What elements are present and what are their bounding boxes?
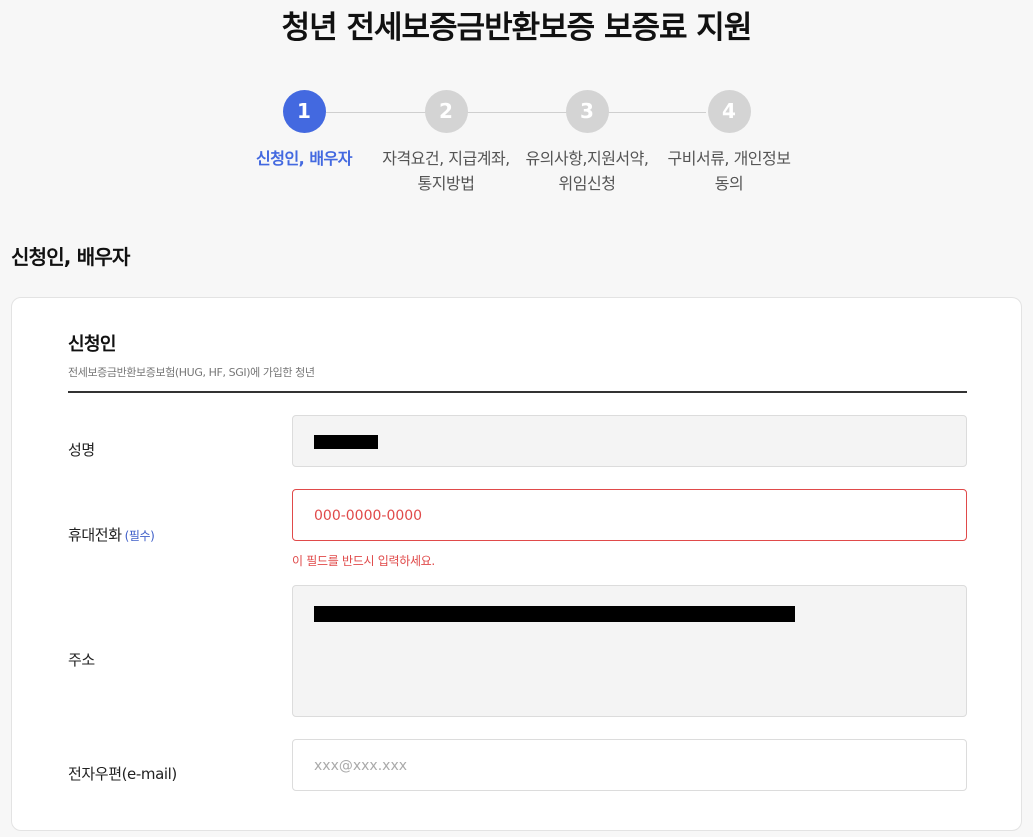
step-4-circle: 4 [707, 90, 751, 133]
phone-label: 휴대전화 (필수) [68, 524, 155, 545]
phone-label-text: 휴대전화 [68, 526, 122, 544]
step-3[interactable]: 3 유의사항,지원서약, 위임신청 [507, 90, 667, 196]
form-subtitle: 전세보증금반환보증보험(HUG, HF, SGI)에 가입한 청년 [68, 366, 315, 379]
step-2-label: 자격요건, 지급계좌, 통지방법 [366, 146, 526, 196]
email-input[interactable]: xxx@xxx.xxx [292, 739, 967, 791]
form-divider [68, 391, 967, 393]
section-title: 신청인, 배우자 [11, 245, 130, 269]
form-title: 신청인 [68, 334, 116, 355]
step-2-circle: 2 [424, 90, 468, 133]
step-3-label-line2: 위임신청 [558, 174, 616, 193]
address-redaction [314, 606, 795, 622]
phone-error-message: 이 필드를 반드시 입력하세요. [292, 554, 435, 568]
step-3-circle: 3 [565, 90, 609, 133]
required-badge: (필수) [124, 529, 155, 543]
page-title: 청년 전세보증금반환보증 보증료 지원 [281, 10, 753, 46]
step-4-label: 구비서류, 개인정보 동의 [649, 146, 809, 196]
step-3-label: 유의사항,지원서약, 위임신청 [507, 146, 667, 196]
step-4-label-line2: 동의 [714, 174, 744, 193]
step-1-circle: 1 [282, 90, 326, 133]
page: 청년 전세보증금반환보증 보증료 지원 1 신청인, 배우자 2 자격요건, 지… [0, 0, 1033, 837]
form-header: 신청인 전세보증금반환보증보험(HUG, HF, SGI)에 가입한 청년 [68, 330, 967, 380]
name-label: 성명 [68, 441, 95, 459]
step-4-label-line1: 구비서류, 개인정보 [667, 149, 791, 168]
step-2-label-line1: 자격요건, 지급계좌, [382, 149, 510, 168]
email-label: 전자우편(e-mail) [68, 765, 177, 783]
email-placeholder: xxx@xxx.xxx [314, 758, 408, 774]
step-3-label-line1: 유의사항,지원서약, [525, 149, 649, 168]
stepper: 1 신청인, 배우자 2 자격요건, 지급계좌, 통지방법 3 유의사항,지원서… [0, 90, 1033, 210]
address-field[interactable] [292, 585, 967, 717]
step-1-label-line1: 신청인, 배우자 [256, 149, 352, 168]
name-redaction [314, 435, 378, 449]
name-field[interactable] [292, 415, 967, 467]
step-2[interactable]: 2 자격요건, 지급계좌, 통지방법 [366, 90, 526, 196]
step-1[interactable]: 1 신청인, 배우자 [224, 90, 384, 171]
phone-field[interactable]: 000-0000-0000 [292, 489, 967, 541]
address-label: 주소 [68, 651, 95, 669]
applicant-form-card: 신청인 전세보증금반환보증보험(HUG, HF, SGI)에 가입한 청년 성명… [11, 297, 1022, 831]
phone-placeholder: 000-0000-0000 [314, 508, 423, 524]
step-1-label: 신청인, 배우자 [224, 146, 384, 171]
step-4[interactable]: 4 구비서류, 개인정보 동의 [649, 90, 809, 196]
step-2-label-line2: 통지방법 [417, 174, 475, 193]
